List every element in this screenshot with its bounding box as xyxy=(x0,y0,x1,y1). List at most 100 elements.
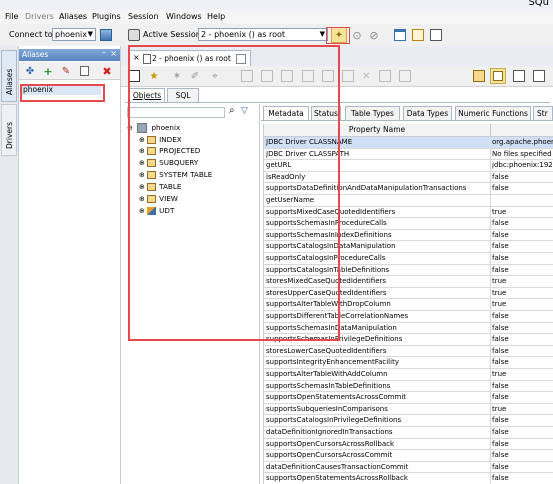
table-row[interactable]: JDBC Driver CLASSNAME org.apache.phoen xyxy=(264,137,553,149)
sql-view-button[interactable] xyxy=(490,68,506,84)
table-row[interactable]: storesMixedCaseQuotedIdentifiers true xyxy=(264,276,553,288)
table-row[interactable]: supportsAlterTableWithAddColumn true xyxy=(264,369,553,381)
tool-button-5[interactable]: ⌖ xyxy=(207,68,223,84)
menu-windows[interactable]: Windows xyxy=(166,12,202,21)
menu-file[interactable]: File xyxy=(5,12,18,21)
table-row[interactable]: supportsAlterTableWithDropColumn true xyxy=(264,299,553,311)
tile-button[interactable] xyxy=(428,27,444,43)
cascade-button[interactable] xyxy=(410,27,426,43)
grid-icon[interactable] xyxy=(341,70,354,82)
expand-icon[interactable]: ⊕ xyxy=(139,171,145,179)
tab-data-types[interactable]: Data Types xyxy=(403,106,452,120)
table-row[interactable]: supportsSchemasInDataManipulation false xyxy=(264,323,553,335)
tree-node-system-table[interactable]: ⊕ SYSTEM TABLE xyxy=(139,169,212,180)
column-header-property[interactable]: Property Name xyxy=(264,125,490,134)
session-icon-button[interactable] xyxy=(126,27,142,43)
alias-list-item[interactable]: phoenix xyxy=(21,85,101,95)
grid-icon[interactable] xyxy=(281,70,294,82)
grid-icon[interactable] xyxy=(261,70,274,82)
table-row[interactable]: supportsSchemasInProcedureCalls false xyxy=(264,218,553,230)
table-row[interactable]: supportsSchemasInIndexDefinitions false xyxy=(264,230,553,242)
expand-icon[interactable]: ⊕ xyxy=(139,136,145,144)
menu-drivers[interactable]: Drivers xyxy=(25,12,54,21)
tab-string-functions[interactable]: Str xyxy=(533,106,553,120)
grid-icon[interactable] xyxy=(301,70,314,82)
table-row[interactable]: supportsCatalogsInProcedureCalls false xyxy=(264,253,553,265)
table-row[interactable]: isReadOnly false xyxy=(264,172,553,184)
filter-button[interactable] xyxy=(531,68,547,84)
search-icon[interactable]: ⌕ xyxy=(229,105,235,116)
tab-objects[interactable]: Objects xyxy=(129,88,165,102)
grid-icon[interactable] xyxy=(241,70,253,82)
menu-plugins[interactable]: Plugins xyxy=(92,12,121,21)
tree-node-udt[interactable]: ⊕ UDT xyxy=(139,205,174,216)
tab-table-types[interactable]: Table Types xyxy=(345,106,400,120)
table-row[interactable]: supportsSchemasInTableDefinitions false xyxy=(264,381,553,393)
x-icon[interactable]: ✕ xyxy=(362,71,370,82)
expand-icon[interactable]: ⊕ xyxy=(139,159,145,167)
minimize-icon[interactable]: – xyxy=(102,48,106,57)
drivers-side-tab[interactable]: Drivers xyxy=(1,104,17,156)
refresh-button[interactable] xyxy=(126,68,142,84)
tree-node-table[interactable]: ⊕ TABLE xyxy=(139,181,181,192)
table-row[interactable]: supportsSchemasInPrivilegeDefinitions fal… xyxy=(264,334,553,346)
session-dropdown[interactable]: 2 - phoenix () as root ▼ xyxy=(198,28,328,41)
tree-root[interactable]: ⊖ phoenix xyxy=(127,122,180,133)
favorite-button[interactable]: ★ xyxy=(146,68,162,84)
expand-icon[interactable]: ⊕ xyxy=(139,195,145,203)
add-alias-button[interactable]: + xyxy=(40,63,56,79)
session-tab[interactable]: × 2 - phoenix () as root xyxy=(129,50,251,66)
grid-icon[interactable] xyxy=(398,70,411,82)
table-row[interactable]: JDBC Driver CLASSPATH No files specified xyxy=(264,149,553,161)
table-row[interactable]: supportsOpenCursorsAcrossCommit false xyxy=(264,450,553,462)
stop-button[interactable]: ⊘ xyxy=(366,27,382,43)
tree-node-index[interactable]: ⊕ INDEX xyxy=(139,134,182,145)
connect-button[interactable] xyxy=(98,27,114,43)
table-row[interactable]: supportsOpenStatementsAcrossCommit false xyxy=(264,392,553,404)
sort-button[interactable] xyxy=(511,68,527,84)
menu-session[interactable]: Session xyxy=(128,12,159,21)
close-icon[interactable]: × xyxy=(110,49,117,58)
table-row[interactable]: supportsOpenCursorsAcrossRollback false xyxy=(264,439,553,451)
close-icon[interactable]: × xyxy=(133,53,140,62)
tree-node-view[interactable]: ⊕ VIEW xyxy=(139,193,178,204)
tree-search-input[interactable] xyxy=(127,107,225,118)
tab-metadata[interactable]: Metadata xyxy=(263,106,309,120)
table-row[interactable]: storesLowerCaseQuotedIdentifiers false xyxy=(264,346,553,358)
table-row[interactable]: dataDefinitionIgnoredInTransactions false xyxy=(264,427,553,439)
tree-node-projected[interactable]: ⊕ PROJECTED xyxy=(139,145,200,156)
expand-icon[interactable]: ⊕ xyxy=(139,183,145,191)
tool-button-4[interactable]: ✐ xyxy=(187,68,203,84)
connect-dropdown[interactable]: phoenix ▼ xyxy=(52,28,96,41)
table-row[interactable]: supportsCatalogsInPrivilegeDefinitions fa… xyxy=(264,415,553,427)
table-row[interactable]: dataDefinitionCausesTransactionCommit fal… xyxy=(264,462,553,474)
tab-sql[interactable]: SQL xyxy=(167,88,199,102)
table-row[interactable]: supportsCatalogsInDataManipulation false xyxy=(264,241,553,253)
tab-numeric-functions[interactable]: Numeric Functions xyxy=(455,106,531,120)
tree-node-subquery[interactable]: ⊕ SUBQUERY xyxy=(139,157,198,168)
table-row[interactable]: getURL jdbc:phoenix:192. xyxy=(264,160,553,172)
table-row[interactable]: supportsMixedCaseQuotedIdentifiers true xyxy=(264,207,553,219)
column-divider[interactable] xyxy=(490,124,491,136)
table-row[interactable]: supportsDataDefinitionAndDataManipulatio… xyxy=(264,183,553,195)
expand-icon[interactable]: ⊕ xyxy=(139,207,145,215)
run-button[interactable]: ⊙ xyxy=(349,27,365,43)
menu-aliases[interactable]: Aliases xyxy=(59,12,87,21)
table-row[interactable]: storesUpperCaseQuotedIdentifiers true xyxy=(264,288,553,300)
copy-alias-button[interactable] xyxy=(76,63,92,79)
expand-icon[interactable]: ⊕ xyxy=(139,147,145,155)
tool-button-3[interactable]: ✶ xyxy=(169,68,185,84)
aliases-side-tab[interactable]: Aliases xyxy=(1,50,17,102)
table-view-button[interactable] xyxy=(471,68,487,84)
session-action-button[interactable]: ✦ xyxy=(331,27,347,43)
tab-status[interactable]: Status xyxy=(311,106,341,120)
collapse-icon[interactable]: ⊖ xyxy=(127,124,133,132)
table-row[interactable]: supportsOpenStatementsAcrossRollback fals… xyxy=(264,473,553,484)
table-row[interactable]: supportsCatalogsInTableDefinitions false xyxy=(264,265,553,277)
table-row[interactable]: supportsDifferentTableCorrelationNames fa… xyxy=(264,311,553,323)
grid-icon[interactable] xyxy=(378,70,391,82)
table-row[interactable]: supportsIntegrityEnhancementFacility fals… xyxy=(264,357,553,369)
edit-alias-button[interactable]: ✎ xyxy=(58,63,74,79)
filter-icon[interactable]: ▽ xyxy=(241,106,248,116)
table-row[interactable]: getUserName xyxy=(264,195,553,207)
